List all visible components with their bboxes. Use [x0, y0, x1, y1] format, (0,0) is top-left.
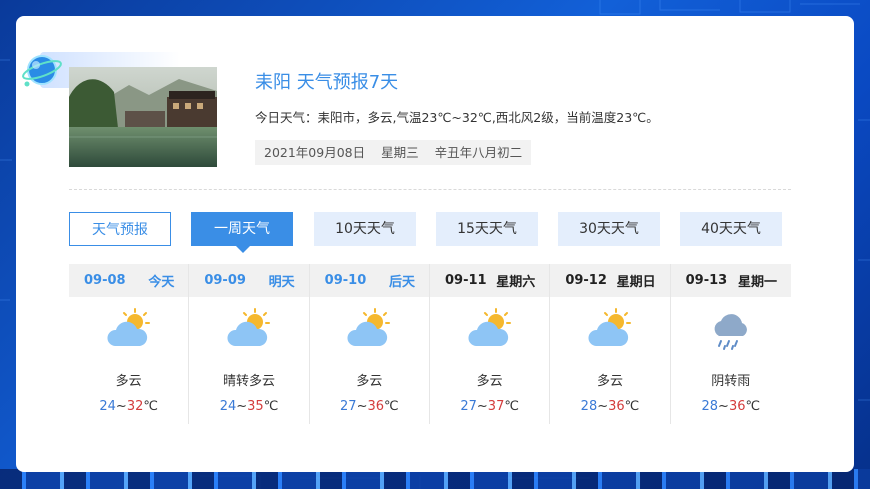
- day-temperature: 27~37℃: [460, 399, 519, 414]
- tab-15-day-weather[interactable]: 15天天气: [436, 212, 538, 246]
- day-date: 09-13: [685, 273, 728, 288]
- temp-high: 35: [247, 399, 264, 414]
- day-condition: 多云: [476, 374, 503, 389]
- forecast-day[interactable]: 09-09 明天 晴转多云 24~35℃: [189, 264, 310, 424]
- day-date: 09-09: [204, 273, 246, 288]
- globe-logo-icon: [22, 55, 62, 87]
- day-label: 今天: [148, 275, 175, 290]
- city-photo: [69, 67, 217, 167]
- day-condition: 多云: [596, 374, 623, 389]
- forecast-day[interactable]: 09-08 今天 多云 24~32℃: [69, 264, 190, 424]
- day-header: 09-08 今天: [69, 264, 189, 297]
- today-weather-summary: 今日天气：耒阳市，多云,气温23℃~32℃,西北风2级，当前温度23℃。: [255, 110, 659, 125]
- rain-cloud-icon: [714, 314, 747, 350]
- tab-week-weather[interactable]: 一周天气: [191, 212, 293, 253]
- day-label: 星期六: [496, 275, 536, 290]
- temp-low: 27: [460, 399, 477, 414]
- day-header: 09-12 星期日: [550, 264, 670, 297]
- temp-high: 32: [126, 399, 144, 414]
- partly-cloudy-icon: [587, 308, 631, 347]
- temp-high: 37: [487, 399, 505, 414]
- temp-low: 27: [340, 399, 357, 414]
- day-header: 09-11 星期六: [429, 264, 550, 297]
- day-date: 09-08: [84, 273, 126, 288]
- tab-10-day-weather[interactable]: 10天天气: [314, 212, 416, 246]
- day-condition: 多云: [115, 374, 142, 389]
- date-info: 2021年09月08日 星期三 辛丑年八月初二: [255, 140, 532, 165]
- day-date: 09-10: [324, 273, 367, 288]
- day-temperature: 24~32℃: [99, 399, 158, 414]
- day-condition: 晴转多云: [222, 374, 275, 389]
- temp-high: 36: [728, 399, 746, 414]
- partly-cloudy-icon: [226, 308, 270, 347]
- lunar-date: 辛丑年八月初二: [434, 145, 523, 160]
- day-temperature: 24~35℃: [219, 399, 279, 414]
- day-label: 星期日: [616, 275, 656, 290]
- day-label: 星期一: [737, 275, 777, 290]
- day-label: 后天: [388, 275, 415, 290]
- dashed-divider: [69, 189, 791, 190]
- temp-high: 36: [367, 399, 385, 414]
- current-weekday: 星期三: [381, 145, 419, 160]
- current-date: 2021年09月08日: [264, 145, 366, 160]
- day-condition: 多云: [356, 374, 383, 389]
- bottom-stripe-decoration: [0, 469, 870, 489]
- partly-cloudy-icon: [467, 308, 511, 347]
- day-header: 09-13 星期一: [670, 264, 791, 297]
- forecast-day-list: 09-08 今天 多云 24~32℃ 09-09 明天 晴转多云 24~35℃ …: [69, 264, 791, 424]
- forecast-day[interactable]: 09-11 星期六 多云 27~37℃: [429, 264, 551, 424]
- tab-weather-forecast[interactable]: 天气预报: [69, 212, 171, 246]
- day-date: 09-12: [565, 273, 607, 288]
- forecast-day[interactable]: 09-12 星期日 多云 28~36℃: [550, 264, 671, 424]
- day-label: 明天: [268, 275, 295, 290]
- temp-low: 24: [99, 399, 116, 414]
- tab-30-day-weather[interactable]: 30天天气: [558, 212, 660, 246]
- day-header: 09-09 明天: [189, 264, 309, 297]
- day-header: 09-10 后天: [309, 264, 429, 297]
- day-temperature: 27~36℃: [340, 399, 399, 414]
- partly-cloudy-icon: [346, 308, 391, 347]
- day-condition: 阴转雨: [711, 374, 751, 389]
- temp-low: 24: [219, 399, 237, 414]
- forecast-tabs: 天气预报 一周天气 10天天气 15天天气 30天天气 40天天气: [69, 212, 791, 253]
- temp-low: 28: [701, 399, 719, 414]
- temp-high: 36: [608, 399, 625, 414]
- forecast-day[interactable]: 09-13 星期一 阴转雨 28~36℃: [670, 264, 791, 424]
- partly-cloudy-icon: [106, 308, 150, 347]
- day-temperature: 28~36℃: [701, 399, 761, 414]
- tab-40-day-weather[interactable]: 40天天气: [680, 212, 782, 246]
- day-temperature: 28~36℃: [580, 399, 640, 414]
- day-date: 09-11: [444, 273, 487, 288]
- forecast-day[interactable]: 09-10 后天 多云 27~36℃: [309, 264, 430, 424]
- temp-low: 28: [580, 399, 598, 414]
- page-title: 耒阳 天气预报7天: [255, 72, 399, 93]
